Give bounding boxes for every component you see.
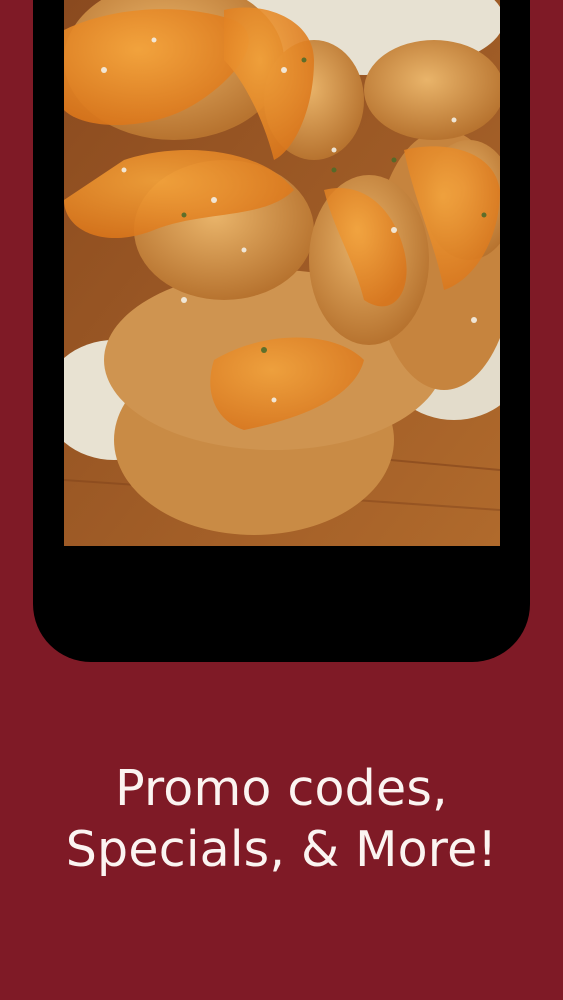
promo-caption: Promo codes, Specials, & More! bbox=[0, 758, 563, 880]
caption-line-1: Promo codes, bbox=[115, 760, 448, 817]
app-screenshot-food-photo bbox=[64, 0, 500, 546]
caption-line-2: Specials, & More! bbox=[65, 821, 498, 878]
food-photo-icon bbox=[64, 0, 500, 546]
